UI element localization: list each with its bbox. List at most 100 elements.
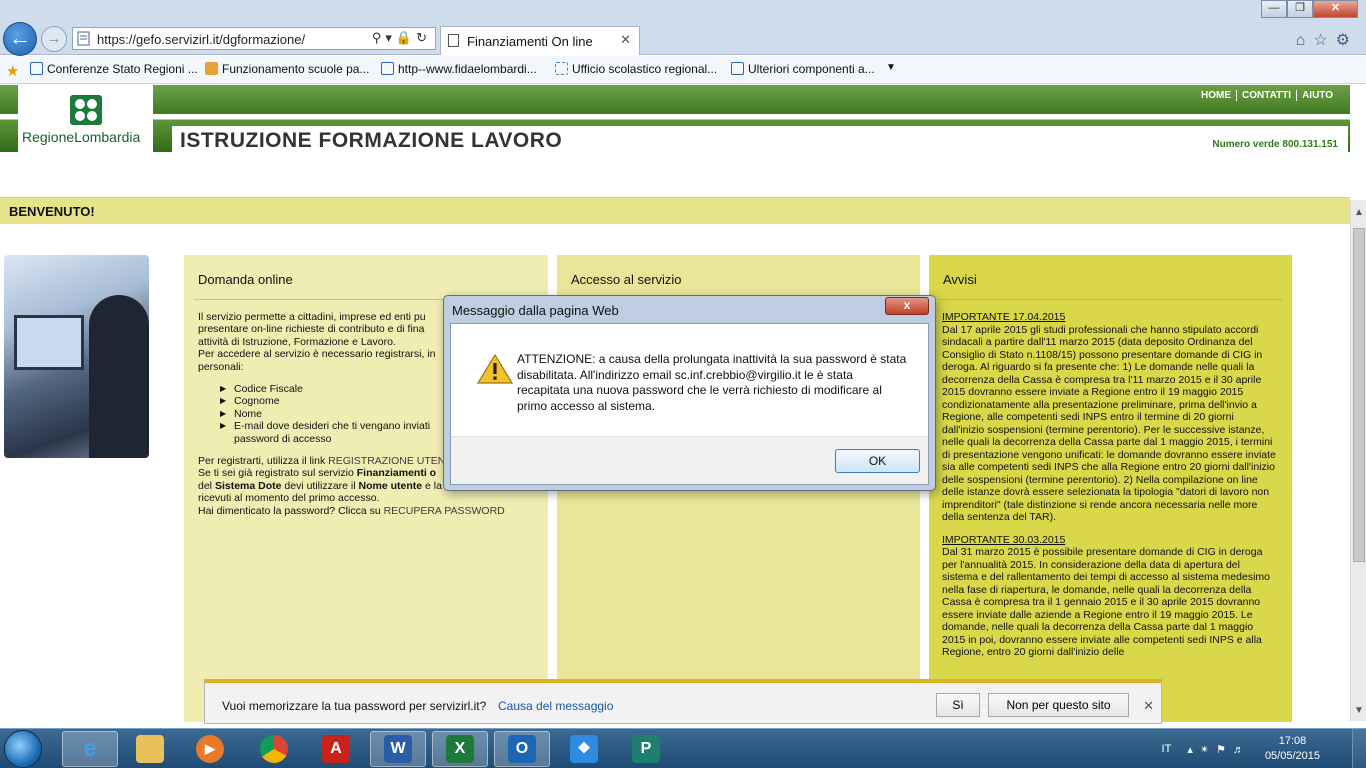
taskbar: e ▶ A W X O ❖ P IT ▴✴⚑♬ 17:08 05/05/2015 bbox=[0, 728, 1366, 768]
text-fragment: Finanziamenti o bbox=[356, 467, 437, 480]
recover-password-link[interactable]: RECUPERA PASSWORD bbox=[384, 505, 505, 517]
ie-page-icon bbox=[381, 62, 394, 75]
favorites-star-icon[interactable]: ★ bbox=[6, 62, 19, 80]
favorite-link[interactable]: Ulteriori componenti a... bbox=[731, 62, 875, 76]
close-icon[interactable]: ✕ bbox=[620, 32, 631, 48]
text-fragment: del bbox=[198, 479, 215, 492]
minimize-button[interactable]: — bbox=[1261, 0, 1287, 18]
close-icon[interactable]: ✕ bbox=[1143, 698, 1154, 714]
network-icon[interactable]: ✴ bbox=[1200, 744, 1216, 756]
notification-message: Vuoi memorizzare la tua password per ser… bbox=[222, 699, 487, 713]
show-desktop-button[interactable] bbox=[1352, 729, 1366, 768]
web-page-message-dialog: Messaggio dalla pagina Web x ATTENZIONE:… bbox=[443, 295, 936, 491]
home-icon[interactable]: ⌂ bbox=[1296, 32, 1314, 49]
back-button[interactable]: ← bbox=[3, 22, 37, 56]
taskbar-word[interactable]: W bbox=[370, 731, 426, 767]
address-tools-icons[interactable]: ⚲▾🔒↻ bbox=[372, 30, 431, 46]
taskbar-media-player[interactable]: ▶ bbox=[182, 731, 238, 767]
browser-titlebar: — ❐ ✕ ← → https://gefo.servizirl.it/dgfo… bbox=[0, 0, 1366, 56]
regione-logo-icon bbox=[70, 95, 102, 125]
tray-icons[interactable]: ▴✴⚑♬ bbox=[1187, 743, 1251, 756]
nav-home[interactable]: HOME bbox=[1196, 90, 1237, 101]
vertical-scrollbar[interactable]: ▲ ▼ bbox=[1350, 200, 1366, 721]
scroll-up-arrow-icon[interactable]: ▲ bbox=[1351, 200, 1366, 226]
gear-icon[interactable]: ⚙ bbox=[1336, 32, 1358, 49]
system-tray: IT ▴✴⚑♬ 17:08 05/05/2015 bbox=[1162, 729, 1320, 768]
address-bar[interactable]: https://gefo.servizirl.it/dgformazione/ … bbox=[72, 27, 436, 50]
clock[interactable]: 17:08 05/05/2015 bbox=[1265, 734, 1320, 764]
favorite-label: http--www.fidaelombardi... bbox=[398, 62, 537, 76]
notice: IMPORTANTE 30.03.2015 Dal 31 marzo 2015 … bbox=[942, 534, 1278, 659]
notice-heading[interactable]: IMPORTANTE 17.04.2015 bbox=[942, 311, 1278, 324]
office-photo bbox=[4, 255, 149, 458]
taskbar-publisher[interactable]: P bbox=[618, 731, 674, 767]
cloud-icon bbox=[555, 62, 568, 75]
publisher-icon: P bbox=[632, 735, 660, 763]
page-icon bbox=[77, 31, 90, 46]
scroll-down-arrow-icon[interactable]: ▼ bbox=[1351, 705, 1366, 721]
taskbar-explorer[interactable] bbox=[122, 731, 178, 767]
notices-column: Avvisi IMPORTANTE 17.04.2015 Dal 17 apri… bbox=[929, 255, 1292, 722]
column-title: Domanda online bbox=[198, 272, 293, 287]
notification-reason-link[interactable]: Causa del messaggio bbox=[498, 699, 613, 713]
chrome-icon bbox=[260, 735, 288, 763]
favorites-star-icon[interactable]: ☆ bbox=[1313, 32, 1335, 49]
page-title: ISTRUZIONE FORMAZIONE LAVORO bbox=[180, 129, 563, 152]
dialog-footer: OK bbox=[451, 436, 928, 484]
ie-page-icon bbox=[731, 62, 744, 75]
internet-explorer-icon: e bbox=[83, 735, 97, 762]
language-indicator[interactable]: IT bbox=[1162, 743, 1172, 755]
taskbar-internet-explorer[interactable]: e bbox=[62, 731, 118, 767]
favorite-label: Ufficio scolastico regional... bbox=[572, 62, 718, 76]
registration-link[interactable]: REGISTRAZIONE UTEN bbox=[328, 455, 445, 467]
column-title: Accesso al servizio bbox=[571, 272, 682, 287]
page-icon bbox=[448, 34, 459, 47]
flag-icon[interactable]: ⚑ bbox=[1216, 744, 1233, 756]
taskbar-chrome[interactable] bbox=[246, 731, 302, 767]
url-text[interactable]: https://gefo.servizirl.it/dgformazione/ bbox=[97, 32, 305, 47]
photo-monitor bbox=[14, 315, 84, 370]
nav-contatti[interactable]: CONTATTI bbox=[1237, 90, 1298, 101]
close-window-button[interactable]: ✕ bbox=[1313, 0, 1358, 18]
logo[interactable]: RegioneLombardia bbox=[18, 85, 153, 153]
not-for-this-site-button[interactable]: Non per questo sito bbox=[988, 693, 1129, 717]
browser-tool-icons[interactable]: ⌂☆⚙ bbox=[1296, 30, 1358, 50]
taskbar-outlook[interactable]: O bbox=[494, 731, 550, 767]
notices-body: IMPORTANTE 17.04.2015 Dal 17 aprile 2015… bbox=[942, 311, 1278, 669]
taskbar-excel[interactable]: X bbox=[432, 731, 488, 767]
ie-page-icon bbox=[30, 62, 43, 75]
text-fragment: Hai dimenticato la password? Clicca su bbox=[198, 504, 384, 517]
logo-text: RegioneLombardia bbox=[22, 129, 141, 145]
save-password-yes-button[interactable]: Sì bbox=[936, 693, 980, 717]
favorite-link[interactable]: Conferenze Stato Regioni ... bbox=[30, 62, 198, 76]
dialog-title: Messaggio dalla pagina Web bbox=[452, 303, 619, 318]
toll-free-number: Numero verde 800.131.151 bbox=[1212, 139, 1338, 150]
favorite-label: Funzionamento scuole pa... bbox=[222, 62, 370, 76]
header-band bbox=[0, 85, 1350, 114]
chevron-up-icon[interactable]: ▴ bbox=[1187, 744, 1200, 756]
photo-person bbox=[89, 295, 149, 458]
ok-button[interactable]: OK bbox=[835, 449, 920, 473]
text-fragment: Sistema Dote bbox=[214, 479, 282, 492]
scroll-thumb[interactable] bbox=[1353, 228, 1365, 562]
text-fragment: devi utilizzare il bbox=[281, 479, 359, 492]
dialog-close-button[interactable]: x bbox=[885, 297, 929, 315]
notice: IMPORTANTE 17.04.2015 Dal 17 aprile 2015… bbox=[942, 311, 1278, 524]
tab-finanziamenti[interactable]: Finanziamenti On line ✕ bbox=[440, 26, 640, 55]
chevron-down-icon[interactable]: ▼ bbox=[886, 62, 896, 73]
maximize-button[interactable]: ❐ bbox=[1287, 0, 1313, 18]
dialog-body: ATTENZIONE: a causa della prolungata ina… bbox=[450, 323, 929, 485]
start-button[interactable] bbox=[4, 730, 42, 768]
welcome-bar: BENVENUTO! bbox=[0, 197, 1350, 224]
nav-aiuto[interactable]: AIUTO bbox=[1297, 90, 1338, 101]
volume-icon[interactable]: ♬ bbox=[1233, 744, 1251, 756]
favorite-link[interactable]: Funzionamento scuole pa... bbox=[205, 62, 369, 76]
favorite-link[interactable]: Ufficio scolastico regional... bbox=[555, 62, 717, 76]
save-password-notification: Vuoi memorizzare la tua password per ser… bbox=[204, 679, 1162, 724]
taskbar-acrobat[interactable]: A bbox=[308, 731, 364, 767]
notice-heading[interactable]: IMPORTANTE 30.03.2015 bbox=[942, 534, 1278, 547]
text-fragment: Nome utente bbox=[358, 479, 423, 492]
taskbar-dropbox[interactable]: ❖ bbox=[556, 731, 612, 767]
forward-button[interactable]: → bbox=[41, 26, 67, 52]
favorite-link[interactable]: http--www.fidaelombardi... bbox=[381, 62, 537, 76]
